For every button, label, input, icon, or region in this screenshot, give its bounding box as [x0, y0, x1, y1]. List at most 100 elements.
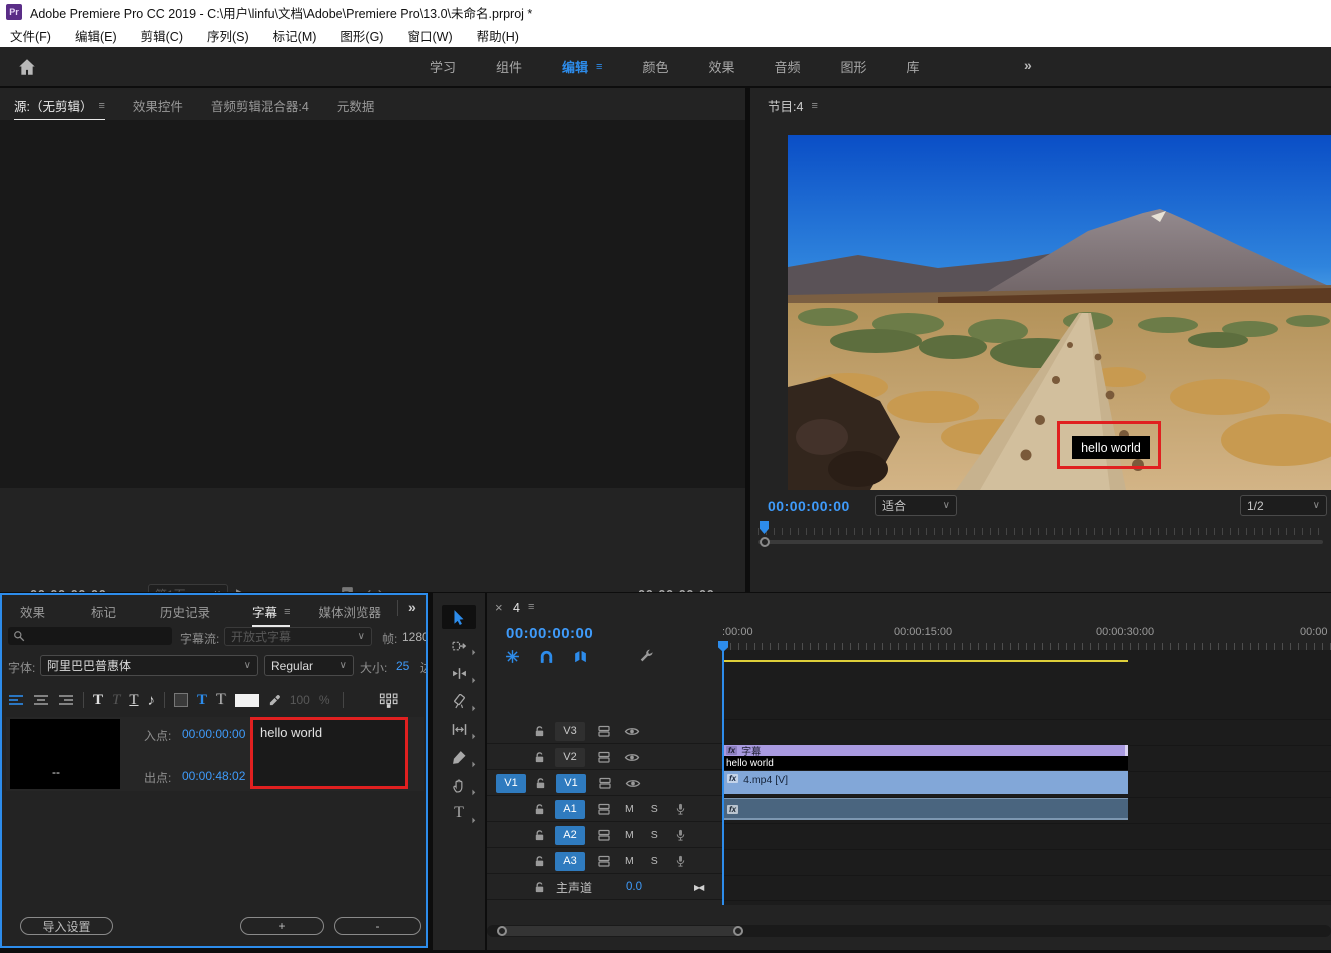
color-swatch-white[interactable] — [235, 694, 259, 707]
tab-effect-controls[interactable]: 效果控件 — [133, 96, 183, 115]
sync-lock-icon[interactable] — [597, 750, 611, 764]
lock-icon[interactable] — [533, 829, 546, 842]
track-header-v3[interactable]: V3 — [487, 719, 722, 744]
track-header-a2[interactable]: A2 M S — [487, 823, 722, 848]
track-target-a1[interactable]: A1 — [555, 800, 585, 819]
lock-icon[interactable] — [533, 803, 546, 816]
tab-effects[interactable]: 效果 — [20, 602, 45, 621]
track-header-v1[interactable]: V1 V1 — [487, 771, 722, 796]
background-color-swatch[interactable] — [174, 693, 188, 707]
sync-lock-icon[interactable] — [597, 854, 611, 868]
menu-graphics[interactable]: 图形(G) — [340, 26, 383, 45]
track-header-v2[interactable]: V2 — [487, 745, 722, 770]
tab-audio-clip-mixer[interactable]: 音频剪辑混合器:4 — [211, 96, 309, 115]
nest-sequences-icon[interactable] — [505, 649, 520, 664]
caption-list-item[interactable]: -- 入点: 00:00:00:00 出点: 00:00:48:02 hello… — [6, 717, 424, 791]
track-header-master[interactable]: 主声道 0.0 ▶◀ — [487, 875, 722, 900]
solo-button[interactable]: S — [651, 855, 658, 867]
program-timecode[interactable]: 00:00:00:00 — [768, 498, 850, 514]
audio-note-icon[interactable]: ♪ — [148, 692, 156, 709]
lock-icon[interactable] — [533, 881, 546, 894]
scrollbar-handle-right[interactable] — [733, 926, 743, 936]
track-target-v3[interactable]: V3 — [555, 722, 585, 741]
timeline-playhead-line[interactable] — [722, 650, 724, 905]
lock-icon[interactable] — [533, 725, 546, 738]
track-target-v2[interactable]: V2 — [555, 748, 585, 767]
program-scrubber[interactable] — [758, 528, 1323, 535]
video-clip[interactable]: fx 4.mp4 [V] — [723, 771, 1128, 794]
workspace-tab-menu-icon[interactable]: ≡ — [596, 61, 602, 73]
font-family-select[interactable]: 阿里巴巴普惠体∨ — [40, 655, 258, 676]
tab-program[interactable]: 节目:4 — [768, 96, 803, 115]
caption-clip[interactable]: fx 字幕 hello world — [723, 745, 1128, 770]
timeline-ruler[interactable]: :00:00 00:00:15:00 00:00:30:00 00:00 — [722, 623, 1331, 650]
panel-menu-icon[interactable]: ≡ — [98, 100, 104, 112]
workspace-tab-color[interactable]: 颜色 — [642, 57, 668, 76]
import-settings-button[interactable]: 导入设置 — [20, 917, 113, 935]
program-zoom-handle[interactable] — [760, 537, 770, 547]
align-center-icon[interactable] — [33, 694, 49, 707]
panel-menu-icon[interactable]: ≡ — [811, 100, 817, 112]
hand-tool[interactable] — [442, 773, 476, 797]
selection-tool[interactable] — [442, 605, 476, 629]
font-style-select[interactable]: Regular∨ — [264, 655, 354, 676]
captions-display-icon[interactable] — [340, 585, 355, 592]
remove-caption-button[interactable]: - — [334, 917, 421, 935]
pen-tool[interactable] — [442, 745, 476, 769]
playback-resolution-select[interactable]: 1/2∨ — [1240, 495, 1327, 516]
master-volume-value[interactable]: 0.0 — [626, 881, 642, 893]
snap-magnet-icon[interactable] — [539, 649, 554, 664]
add-caption-button[interactable]: + — [240, 917, 324, 935]
panel-menu-icon[interactable]: ≡ — [284, 606, 290, 618]
menu-edit[interactable]: 编辑(E) — [75, 26, 117, 45]
eyedropper-icon[interactable] — [268, 694, 281, 707]
lock-icon[interactable] — [534, 777, 547, 790]
mute-button[interactable]: M — [625, 829, 634, 841]
workspace-tab-libraries[interactable]: 库 — [907, 57, 920, 76]
workspace-tab-assembly[interactable]: 组件 — [496, 57, 522, 76]
underline-button[interactable]: T — [129, 692, 138, 709]
slip-tool[interactable] — [442, 717, 476, 741]
tab-markers[interactable]: 标记 — [91, 602, 116, 621]
track-target-v1[interactable]: V1 — [556, 774, 586, 793]
eye-icon[interactable] — [624, 751, 640, 764]
caption-block-grid-icon[interactable] — [379, 693, 399, 708]
keyframe-bowtie-icon[interactable]: ▶◀ — [694, 883, 702, 892]
caption-search-input[interactable] — [8, 627, 172, 645]
work-area-bar[interactable] — [722, 660, 1128, 662]
workspace-tab-editing[interactable]: 编辑 — [562, 57, 588, 76]
mic-icon[interactable] — [674, 803, 687, 816]
workspace-tab-graphics[interactable]: 图形 — [841, 57, 867, 76]
tab-media-browser[interactable]: 媒体浏览器 — [318, 602, 381, 621]
menu-sequence[interactable]: 序列(S) — [207, 26, 249, 45]
close-sequence-icon[interactable]: × — [495, 600, 503, 615]
track-target-a2[interactable]: A2 — [555, 826, 585, 845]
track-select-forward-tool[interactable] — [442, 633, 476, 657]
panel-overflow-icon[interactable]: » — [408, 599, 416, 615]
timeline-h-scrollbar-thumb[interactable] — [497, 926, 743, 936]
caption-page-play-icon[interactable]: ▶ — [236, 586, 245, 592]
source-patch-v1[interactable]: V1 — [496, 774, 526, 793]
tab-history[interactable]: 历史记录 — [160, 602, 210, 621]
menu-clip[interactable]: 剪辑(C) — [141, 26, 183, 45]
sync-lock-icon[interactable] — [597, 828, 611, 842]
workspace-tab-learning[interactable]: 学习 — [430, 57, 456, 76]
eye-icon[interactable] — [624, 725, 640, 738]
mic-icon[interactable] — [674, 829, 687, 842]
menu-help[interactable]: 帮助(H) — [477, 26, 519, 45]
sequence-tab[interactable]: 4 — [513, 601, 520, 615]
edge-color-button[interactable]: T — [216, 691, 226, 709]
out-point-value[interactable]: 00:00:48:02 — [182, 769, 245, 783]
align-right-icon[interactable] — [58, 694, 74, 707]
compare-view-icon[interactable] — [366, 588, 383, 592]
italic-button[interactable]: T — [112, 692, 120, 709]
scrollbar-handle-left[interactable] — [497, 926, 507, 936]
track-header-a1[interactable]: A1 M S — [487, 797, 722, 822]
caption-text-box[interactable]: hello world — [250, 717, 408, 789]
type-tool[interactable]: T — [442, 801, 476, 825]
workspace-tab-effects[interactable]: 效果 — [708, 57, 734, 76]
solo-button[interactable]: S — [651, 829, 658, 841]
eye-icon[interactable] — [625, 777, 641, 790]
timeline-timecode[interactable]: 00:00:00:00 — [506, 625, 593, 642]
tab-captions[interactable]: 字幕 ≡ — [252, 602, 290, 621]
